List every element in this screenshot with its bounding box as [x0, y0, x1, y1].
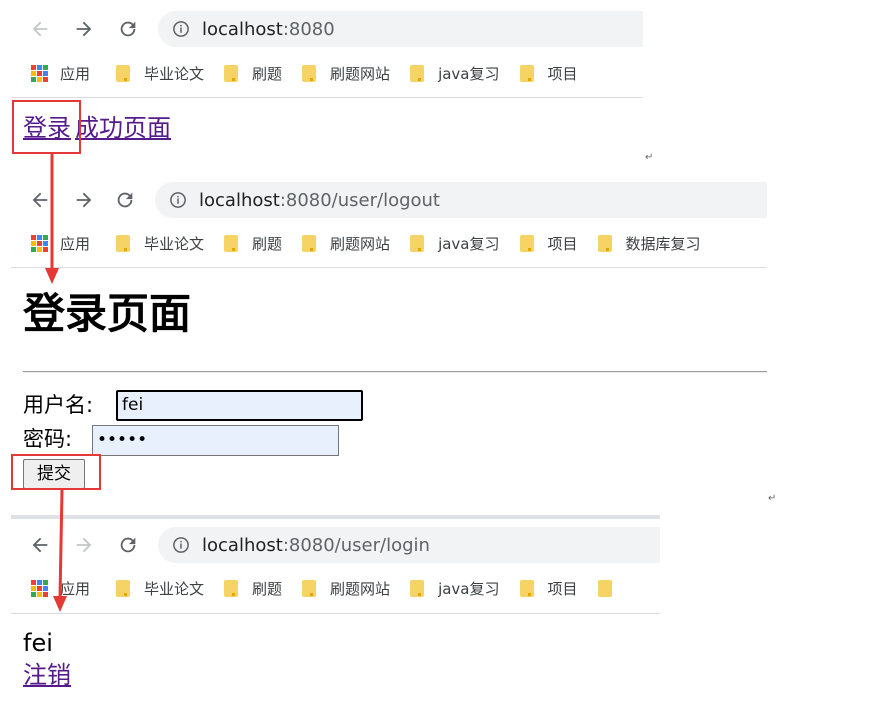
arrow-1 [45, 154, 59, 284]
arrow-2 [53, 489, 67, 612]
annotation-arrows [45, 154, 67, 612]
